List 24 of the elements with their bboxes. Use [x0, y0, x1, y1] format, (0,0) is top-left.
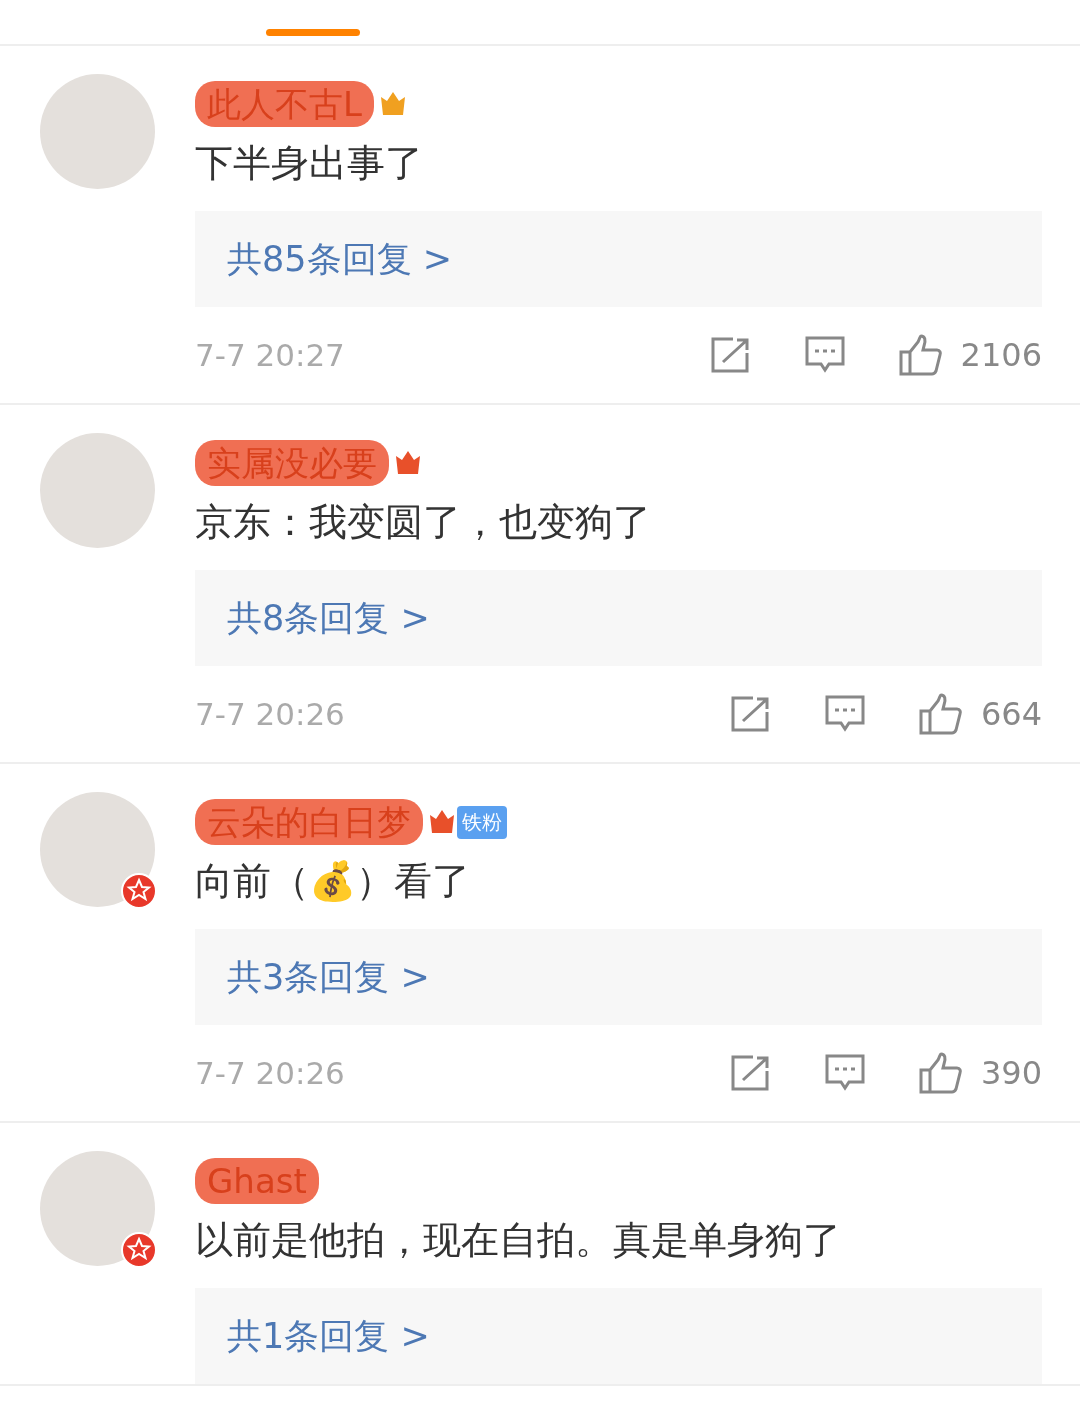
replies-link[interactable]: 共3条回复 > [195, 929, 1042, 1025]
replies-link[interactable]: 共85条回复 > [195, 211, 1042, 307]
thumbs-up-icon[interactable] [918, 693, 963, 735]
share-icon[interactable] [730, 696, 771, 732]
comment-icon[interactable] [804, 336, 845, 374]
comment-icon[interactable] [824, 1054, 865, 1092]
thumbs-up-icon[interactable] [898, 334, 943, 376]
comment-text: 京东：我变圆了，也变狗了 [195, 499, 652, 546]
replies-link[interactable]: 共8条回复 > [195, 570, 1042, 666]
like-count: 2106 [960, 336, 1042, 374]
share-icon[interactable] [730, 1055, 771, 1091]
comment-time: 7-7 20:26 [195, 1055, 346, 1091]
replies-link[interactable]: 共1条回复 > [195, 1288, 1042, 1384]
comment-text: 以前是他拍，现在自拍。真是单身狗了 [195, 1217, 842, 1264]
fan-tag: 铁粉 [457, 805, 507, 839]
comment-icon[interactable] [824, 695, 865, 733]
comment-text: 向前（💰）看了 [195, 858, 471, 905]
thumbs-up-icon[interactable] [918, 1052, 963, 1094]
comment-text: 下半身出事了 [195, 140, 424, 187]
like-count: 664 [980, 695, 1042, 733]
comment-time: 7-7 20:26 [195, 696, 346, 732]
comment-time: 7-7 20:27 [195, 337, 346, 373]
like-count: 390 [980, 1054, 1042, 1092]
share-icon[interactable] [710, 337, 751, 373]
